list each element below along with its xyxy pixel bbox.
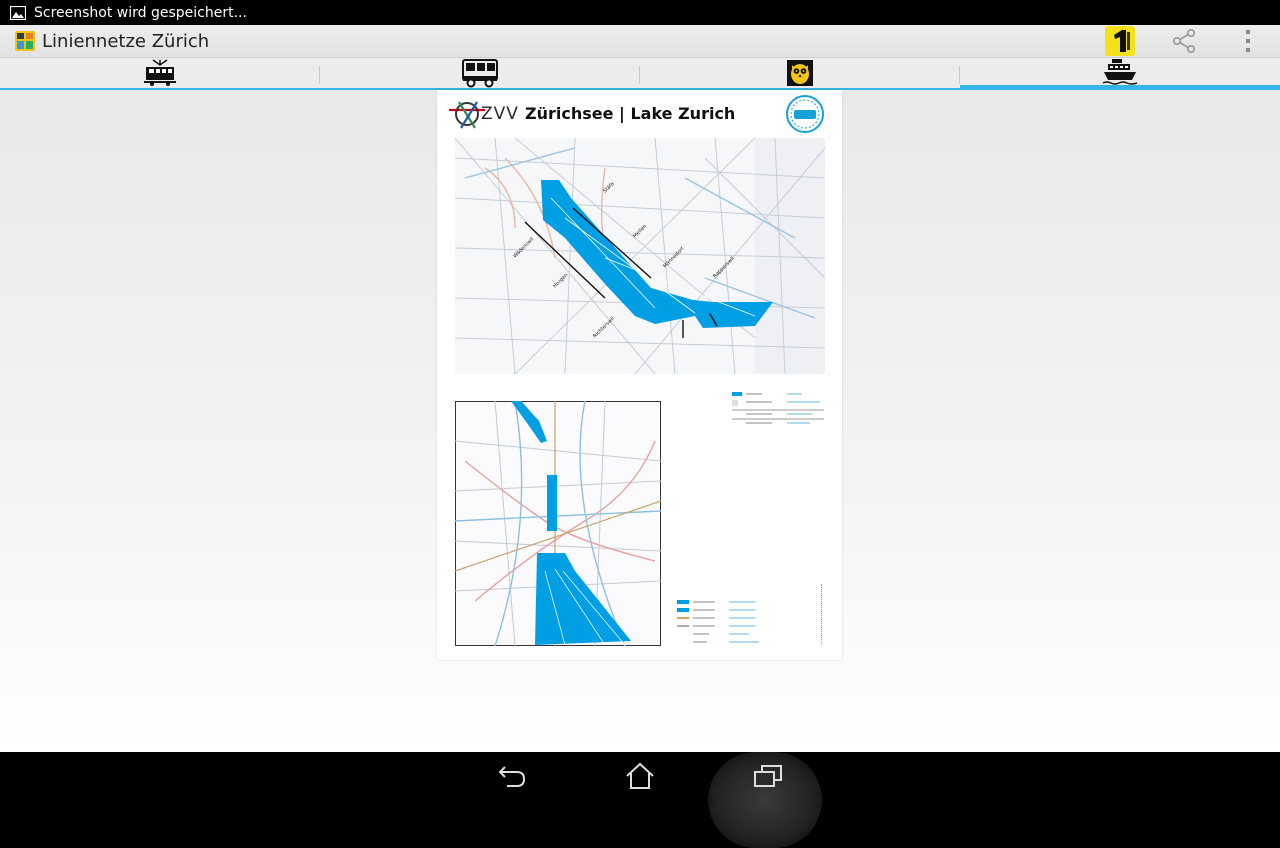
number-one-badge-icon	[1105, 26, 1135, 56]
tab-bus[interactable]	[320, 58, 640, 90]
tab-boat[interactable]	[960, 58, 1280, 90]
lake-zurich-map[interactable]: Stäfa Wädenswil Horgen Meilen Männedorf …	[455, 138, 825, 374]
owl-icon	[787, 60, 813, 86]
zvv-brand-text: ZVV	[481, 104, 519, 124]
image-notification-icon	[10, 5, 26, 20]
back-button[interactable]	[448, 752, 576, 800]
legend-bottom	[677, 600, 759, 643]
tab-tram[interactable]	[0, 58, 320, 90]
status-bar: Screenshot wird gespeichert...	[0, 0, 1280, 25]
system-nav-bar	[0, 752, 1280, 848]
tram-icon	[144, 59, 176, 86]
status-notification-text: Screenshot wird gespeichert...	[34, 4, 247, 21]
map-title: Zürichsee | Lake Zurich	[525, 104, 736, 123]
recent-apps-button[interactable]	[704, 752, 832, 848]
share-button[interactable]	[1152, 25, 1216, 58]
app-logo-icon[interactable]	[14, 30, 36, 52]
overflow-menu-icon	[1246, 30, 1250, 52]
map-page[interactable]: ZVV Zürichsee | Lake Zurich Stäfa Wädens…	[437, 90, 842, 660]
map-viewer[interactable]: ZVV Zürichsee | Lake Zurich Stäfa Wädens…	[0, 90, 1280, 752]
recent-apps-icon	[754, 765, 782, 787]
ship-icon	[1102, 58, 1138, 85]
blue-badge-icon	[786, 95, 824, 133]
transport-tabs	[0, 58, 1280, 90]
vertical-footnote	[821, 584, 822, 644]
number-one-button[interactable]	[1088, 25, 1152, 58]
share-icon	[1172, 28, 1195, 53]
bus-icon	[462, 59, 498, 88]
home-button[interactable]	[576, 752, 704, 800]
app-title: Liniennetze Zürich	[42, 30, 210, 52]
home-icon	[626, 762, 654, 789]
action-bar: Liniennetze Zürich	[0, 25, 1280, 58]
tab-night[interactable]	[640, 58, 960, 90]
overflow-menu-button[interactable]	[1216, 25, 1280, 58]
city-zurich-map[interactable]	[455, 401, 661, 646]
legend-top	[732, 392, 824, 424]
back-icon	[498, 766, 526, 787]
